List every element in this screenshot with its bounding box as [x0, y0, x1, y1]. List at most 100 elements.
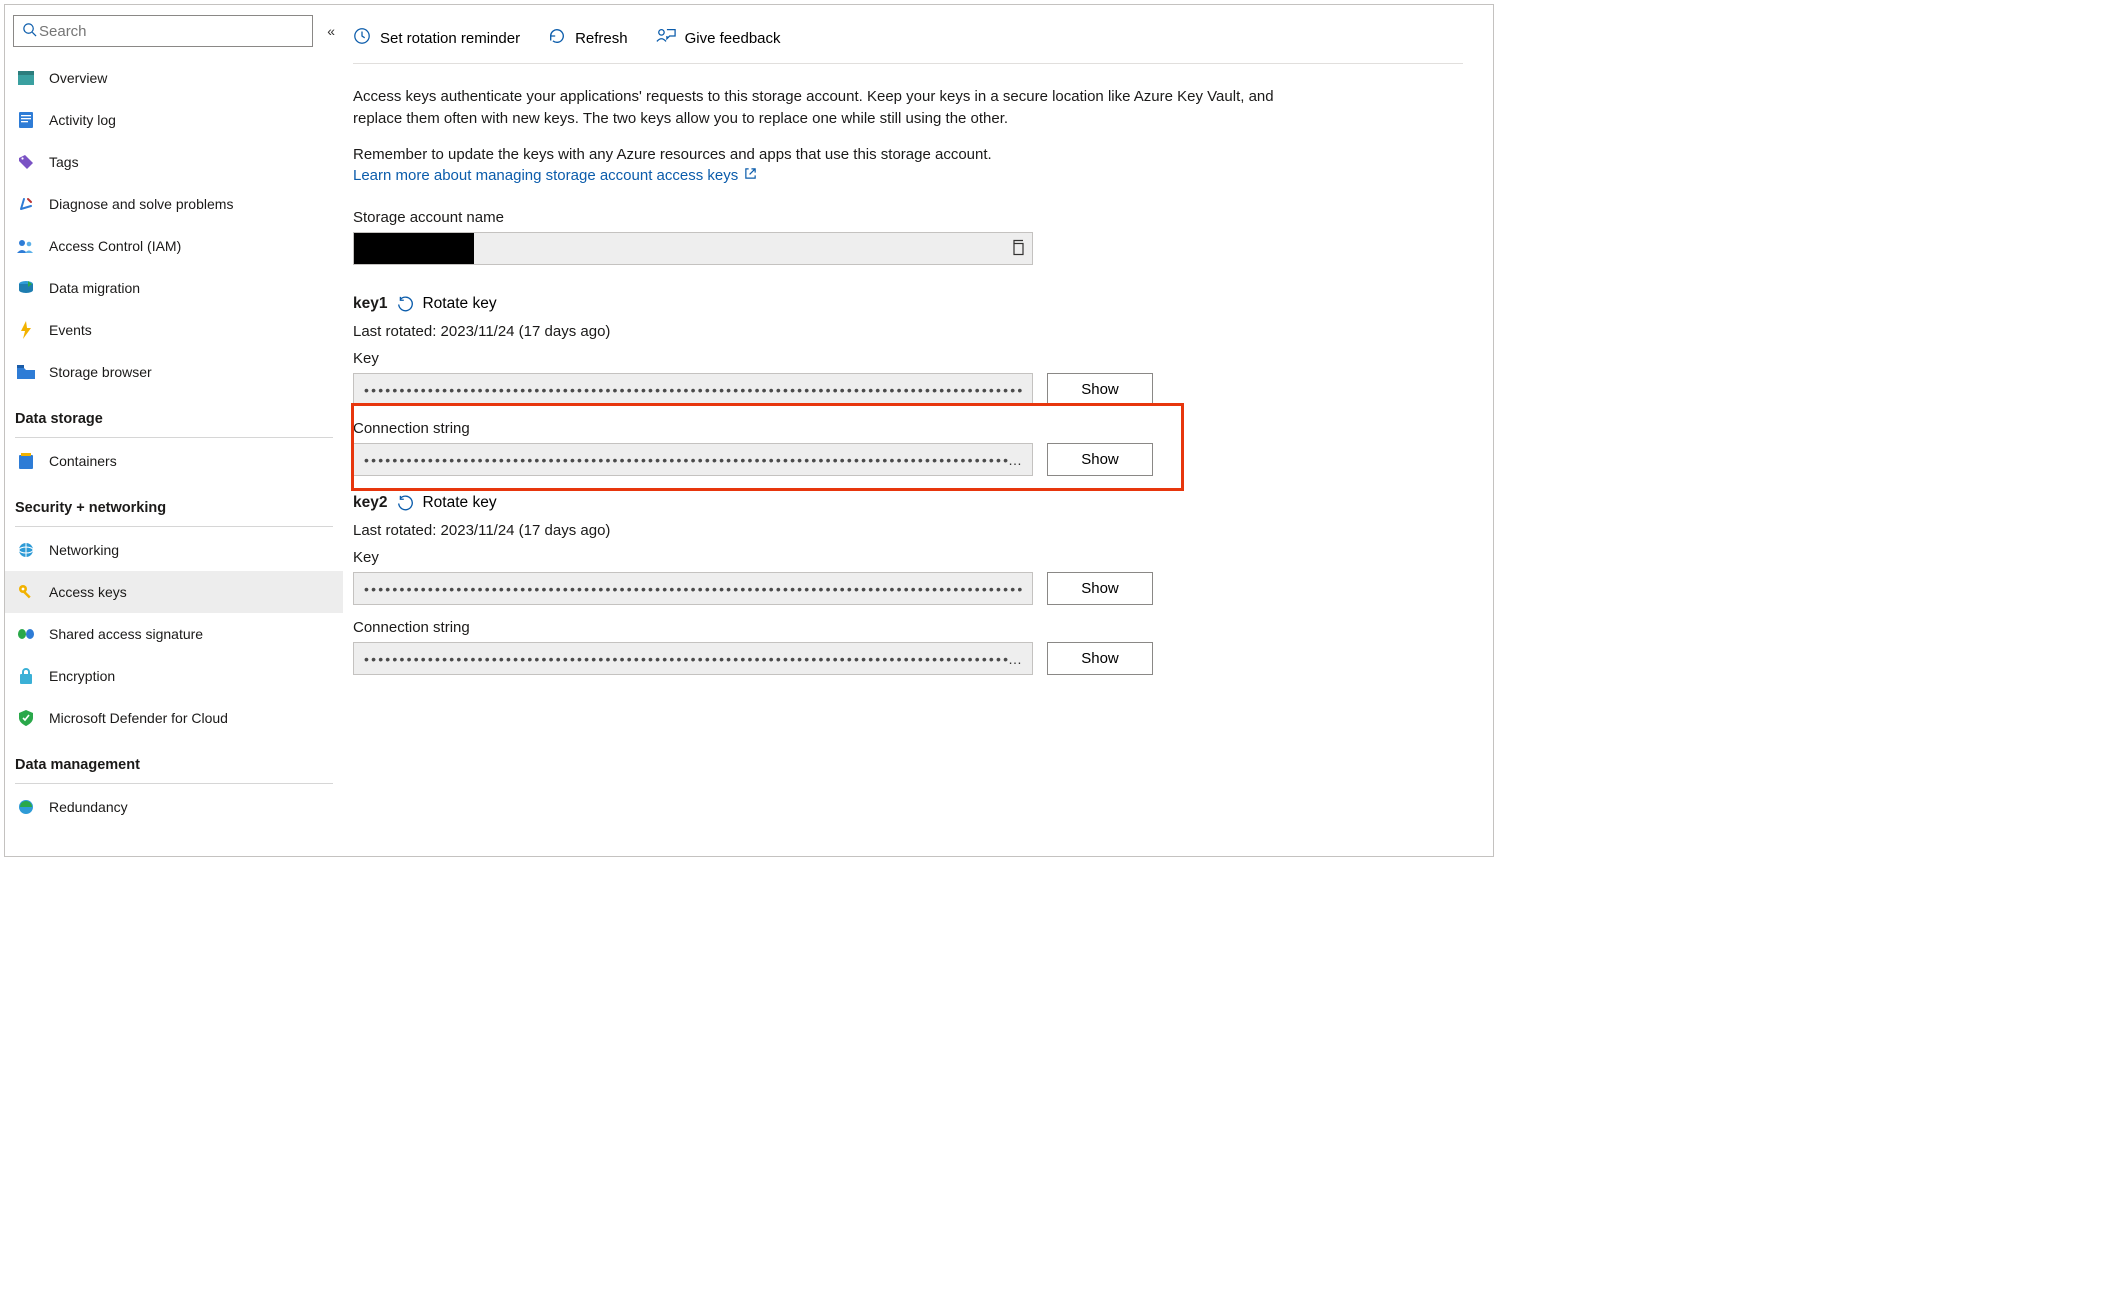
data-migration-icon: [17, 279, 35, 297]
show-key1-conn-button[interactable]: Show: [1047, 443, 1153, 476]
external-link-icon: [744, 165, 757, 187]
encryption-icon: [17, 667, 35, 685]
key1-last-rotated: Last rotated: 2023/11/24 (17 days ago): [353, 323, 1463, 340]
sidebar-item-label: Activity log: [49, 112, 116, 128]
show-key2-conn-button[interactable]: Show: [1047, 642, 1153, 675]
sidebar-item-label: Access Control (IAM): [49, 238, 181, 254]
feedback-icon: [656, 27, 676, 49]
activity-log-icon: [17, 111, 35, 129]
sidebar-item-label: Encryption: [49, 668, 115, 684]
divider: [15, 783, 333, 784]
sidebar-item-events[interactable]: Events: [5, 309, 343, 351]
key2-name: key2: [353, 494, 387, 512]
divider: [15, 526, 333, 527]
rotate-key-label: Rotate key: [422, 295, 496, 313]
sidebar-item-tags[interactable]: Tags: [5, 141, 343, 183]
iam-icon: [17, 237, 35, 255]
collapse-nav-icon[interactable]: «: [327, 24, 335, 38]
sidebar: « Overview Activity log Tags Diagnose an…: [5, 5, 343, 856]
search-box[interactable]: [13, 15, 313, 47]
key2-last-rotated: Last rotated: 2023/11/24 (17 days ago): [353, 522, 1463, 539]
key2-key-field: ••••••••••••••••••••••••••••••••••••••••…: [353, 572, 1033, 605]
sidebar-item-label: Overview: [49, 70, 107, 86]
toolbar-label: Give feedback: [685, 30, 781, 47]
sidebar-item-label: Redundancy: [49, 799, 128, 815]
sidebar-item-label: Microsoft Defender for Cloud: [49, 710, 228, 726]
clock-icon: [353, 27, 371, 49]
key2-conn-label: Connection string: [353, 619, 1463, 636]
key1-header: key1 Rotate key: [353, 295, 1463, 313]
set-rotation-reminder-button[interactable]: Set rotation reminder: [353, 27, 520, 49]
rotate-key1-button[interactable]: Rotate key: [397, 295, 496, 313]
search-icon: [22, 22, 37, 40]
divider: [15, 437, 333, 438]
sas-icon: [17, 625, 35, 643]
rotate-icon: [397, 296, 414, 313]
key2-conn-field: ••••••••••••••••••••••••••••••••••••••••…: [353, 642, 1033, 675]
access-keys-icon: [17, 583, 35, 601]
overview-icon: [17, 69, 35, 87]
rotate-icon: [397, 495, 414, 512]
containers-icon: [17, 452, 35, 470]
sidebar-item-label: Data migration: [49, 280, 140, 296]
sidebar-item-networking[interactable]: Networking: [5, 529, 343, 571]
description-p2: Remember to update the keys with any Azu…: [353, 146, 992, 163]
key1-conn-label: Connection string: [353, 420, 1463, 437]
sidebar-item-iam[interactable]: Access Control (IAM): [5, 225, 343, 267]
main-panel: Set rotation reminder Refresh Give feedb…: [343, 5, 1493, 856]
sidebar-item-label: Access keys: [49, 584, 127, 600]
key2-header: key2 Rotate key: [353, 494, 1463, 512]
description-p1: Access keys authenticate your applicatio…: [353, 86, 1313, 130]
sidebar-item-defender[interactable]: Microsoft Defender for Cloud: [5, 697, 343, 739]
storage-account-name-label: Storage account name: [353, 209, 1463, 226]
sidebar-item-activity-log[interactable]: Activity log: [5, 99, 343, 141]
networking-icon: [17, 541, 35, 559]
group-header-data-management: Data management: [5, 739, 343, 779]
learn-more-link[interactable]: Learn more about managing storage accoun…: [353, 167, 757, 184]
toolbar: Set rotation reminder Refresh Give feedb…: [353, 27, 1463, 64]
storage-account-name-field: [353, 232, 1033, 265]
show-key2-button[interactable]: Show: [1047, 572, 1153, 605]
sidebar-item-label: Events: [49, 322, 92, 338]
group-header-data-storage: Data storage: [5, 393, 343, 433]
redacted-value: [354, 233, 474, 264]
rotate-key2-button[interactable]: Rotate key: [397, 494, 496, 512]
tags-icon: [17, 153, 35, 171]
storage-browser-icon: [17, 363, 35, 381]
sidebar-item-overview[interactable]: Overview: [5, 57, 343, 99]
description: Access keys authenticate your applicatio…: [353, 86, 1313, 187]
give-feedback-button[interactable]: Give feedback: [656, 27, 781, 49]
sidebar-item-sas[interactable]: Shared access signature: [5, 613, 343, 655]
sidebar-item-label: Tags: [49, 154, 79, 170]
rotate-key-label: Rotate key: [422, 494, 496, 512]
sidebar-item-storage-browser[interactable]: Storage browser: [5, 351, 343, 393]
sidebar-item-label: Shared access signature: [49, 626, 203, 642]
refresh-icon: [548, 27, 566, 49]
sidebar-item-containers[interactable]: Containers: [5, 440, 343, 482]
copy-icon[interactable]: [1010, 239, 1026, 258]
redundancy-icon: [17, 798, 35, 816]
diagnose-icon: [17, 195, 35, 213]
sidebar-item-diagnose[interactable]: Diagnose and solve problems: [5, 183, 343, 225]
sidebar-item-label: Networking: [49, 542, 119, 558]
toolbar-label: Set rotation reminder: [380, 30, 520, 47]
show-key1-button[interactable]: Show: [1047, 373, 1153, 406]
key2-key-label: Key: [353, 549, 1463, 566]
sidebar-item-access-keys[interactable]: Access keys: [5, 571, 343, 613]
sidebar-item-label: Storage browser: [49, 364, 152, 380]
sidebar-item-encryption[interactable]: Encryption: [5, 655, 343, 697]
sidebar-item-label: Containers: [49, 453, 117, 469]
defender-icon: [17, 709, 35, 727]
toolbar-label: Refresh: [575, 30, 628, 47]
key1-name: key1: [353, 295, 387, 313]
sidebar-item-data-migration[interactable]: Data migration: [5, 267, 343, 309]
key1-conn-field: ••••••••••••••••••••••••••••••••••••••••…: [353, 443, 1033, 476]
search-input[interactable]: [37, 22, 304, 41]
group-header-security: Security + networking: [5, 482, 343, 522]
sidebar-item-redundancy[interactable]: Redundancy: [5, 786, 343, 828]
sidebar-item-label: Diagnose and solve problems: [49, 196, 233, 212]
events-icon: [17, 321, 35, 339]
key1-key-label: Key: [353, 350, 1463, 367]
refresh-button[interactable]: Refresh: [548, 27, 628, 49]
key1-key-field: ••••••••••••••••••••••••••••••••••••••••…: [353, 373, 1033, 406]
